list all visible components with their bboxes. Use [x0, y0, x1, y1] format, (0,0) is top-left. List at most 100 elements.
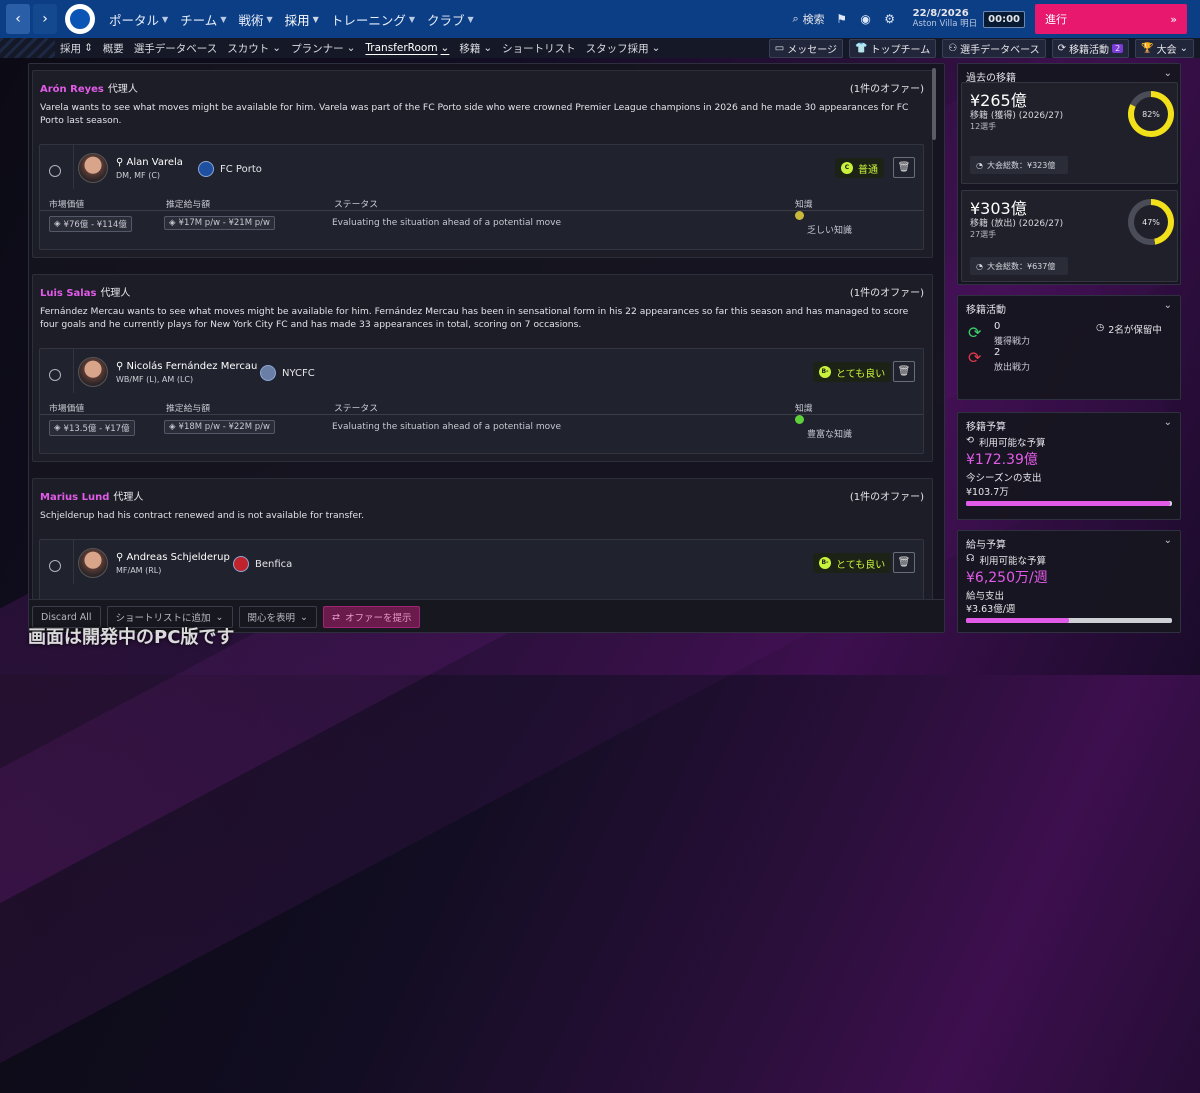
button-label: ショートリストに追加	[115, 613, 211, 624]
pending-indicator[interactable]: ◷ 2名が保留中	[1096, 322, 1162, 336]
header-wage: 推定給与額	[166, 404, 210, 414]
menu-item-recruitment[interactable]: 採用 ▼	[279, 10, 325, 29]
sub-tab-shortlist[interactable]: ショートリスト	[497, 41, 581, 56]
divider	[73, 540, 74, 584]
agent-name-link[interactable]: Marius Lund	[40, 492, 109, 503]
offer-icon: ⇄	[331, 611, 340, 623]
agent-offer-block: Luis Salas 代理人 (1件のオファー) Fernández Mercau…	[32, 274, 933, 462]
menu-item-tactics[interactable]: 戦術 ▼	[232, 10, 278, 29]
agent-role: 代理人	[113, 492, 144, 503]
club-crest-logo[interactable]	[65, 4, 95, 34]
tag-icon: ◈	[54, 219, 61, 229]
market-value-text: ¥76億 - ¥114億	[63, 220, 127, 230]
arrivals-icon: ⟳	[968, 323, 982, 342]
header-knowledge: 知識	[795, 404, 813, 414]
menu-item-club[interactable]: クラブ ▼	[421, 10, 480, 29]
messages-button[interactable]: ▭ メッセージ	[768, 38, 844, 58]
transfers-in-label: 移籍 (獲得) (2026/27)	[970, 111, 1064, 121]
player-name[interactable]: ⚲ Nicolás Fernández Mercau	[116, 361, 257, 372]
gear-icon[interactable]: ⚙	[883, 12, 897, 26]
menu-item-portal[interactable]: ポータル ▼	[103, 10, 174, 29]
notification-icon[interactable]: ◉	[859, 12, 873, 26]
section-selector[interactable]: 採用 ⇕	[55, 41, 98, 56]
bookmark-icon[interactable]: ⚑	[835, 12, 849, 26]
chevron-down-icon[interactable]: ⌄	[1164, 68, 1172, 79]
knowledge-text: 乏しい知識	[807, 226, 853, 236]
club-crest-icon	[260, 365, 276, 381]
select-radio[interactable]	[49, 165, 61, 177]
chevron-down-icon[interactable]: ⌄	[1164, 535, 1172, 546]
scrollbar-thumb[interactable]	[932, 68, 936, 140]
make-offer-button[interactable]: ⇄ オファーを提示	[322, 606, 421, 628]
agent-name-link[interactable]: Luis Salas	[40, 288, 96, 299]
forward-button[interactable]: ›	[33, 4, 57, 34]
rating-label: とても良い	[836, 559, 886, 571]
menu-item-team[interactable]: チーム ▼	[174, 10, 232, 29]
available-budget-label: ⟲ 利用可能な予算	[966, 435, 1045, 449]
pill-label: トップチーム	[870, 44, 931, 56]
sub-tab-transferroom[interactable]: TransferRoom ⌄	[360, 42, 454, 54]
transfer-activity-button[interactable]: ⟳ 移籍活動 2	[1051, 38, 1130, 58]
player-name[interactable]: ⚲ Alan Varela	[116, 157, 183, 168]
transfers-in-count: 12選手	[970, 122, 997, 131]
select-radio[interactable]	[49, 560, 61, 572]
chevron-down-icon[interactable]: ⌄	[1164, 300, 1172, 311]
refresh-icon: ⟲	[966, 435, 974, 446]
pill-label: メッセージ	[787, 44, 838, 56]
message-icon: ▭	[774, 42, 785, 54]
shirt-icon: 👕	[855, 42, 868, 54]
player-club[interactable]: Benfica	[233, 556, 292, 572]
competitions-button[interactable]: 🏆 大会 ⌄	[1135, 38, 1194, 58]
pending-label: 2名が保留中	[1108, 325, 1162, 336]
back-button[interactable]: ‹	[6, 4, 30, 34]
header-wage: 推定給与額	[166, 200, 210, 210]
player-club[interactable]: NYCFC	[260, 365, 315, 381]
sub-tab-transfers[interactable]: 移籍 ⌄	[454, 41, 497, 56]
first-team-button[interactable]: 👕 トップチーム	[849, 38, 937, 58]
discard-button[interactable]: 🗑	[893, 157, 915, 178]
sub-tab-staff-recruitment[interactable]: スタッフ採用 ⌄	[581, 41, 666, 56]
donut-percent: 47%	[1134, 205, 1168, 239]
discard-button[interactable]: 🗑	[893, 361, 915, 382]
agent-name-link[interactable]: Arón Reyes	[40, 84, 104, 95]
transfer-budget-panel: 移籍予算 ⌄ ⟲ 利用可能な予算 ¥172.39億 今シーズンの支出 ¥103.7…	[957, 412, 1181, 520]
express-interest-button[interactable]: 関心を表明 ⌄	[238, 606, 317, 628]
wage-tag: ◈ ¥18M p/w - ¥22M p/w	[164, 420, 275, 434]
menu-item-training[interactable]: トレーニング ▼	[325, 10, 421, 29]
day-label: 明日	[960, 19, 978, 29]
section-label: 採用	[60, 42, 81, 55]
date-display[interactable]: 22/8/2026 Aston Villa 明日	[913, 8, 978, 30]
discard-button[interactable]: 🗑	[893, 552, 915, 573]
agent-header: Luis Salas 代理人 (1件のオファー)	[33, 275, 932, 299]
total-label: 大会総数：¥637億	[986, 261, 1056, 271]
header-knowledge: 知識	[795, 200, 813, 210]
value-tag: ◈ ¥76億 - ¥114億	[49, 216, 132, 232]
watermark-caption: 画面は開発中のPC版です	[28, 627, 235, 648]
transfers-out-count: 27選手	[970, 230, 997, 239]
chevron-down-icon: ▼	[408, 14, 415, 24]
transfers-out-box: ¥303億 移籍 (放出) (2026/27) 27選手 47% ◔ 大会総数：¥…	[961, 190, 1178, 282]
chevron-down-icon: ▼	[312, 14, 319, 24]
player-name[interactable]: ⚲ Andreas Schjelderup	[116, 552, 230, 563]
player-club[interactable]: FC Porto	[198, 161, 262, 177]
player-avatar[interactable]	[78, 357, 108, 387]
clock-icon: ◷	[1096, 322, 1105, 333]
club-name: NYCFC	[282, 367, 315, 379]
past-transfers-panel: 過去の移籍 ⌄ ¥265億 移籍 (獲得) (2026/27) 12選手 82%…	[957, 63, 1181, 285]
sub-tab-player-database[interactable]: 選手データベース	[129, 41, 222, 56]
player-database-button[interactable]: ⚇ 選手データベース	[942, 38, 1046, 58]
header-status: ステータス	[334, 404, 378, 414]
player-avatar[interactable]	[78, 153, 108, 183]
header-status: ステータス	[334, 200, 378, 210]
chevron-down-icon[interactable]: ⌄	[1164, 417, 1172, 428]
sub-tab-scouting[interactable]: スカウト ⌄	[222, 41, 286, 56]
player-position: MF/AM (RL)	[116, 566, 162, 575]
proceed-button[interactable]: 進行 »	[1035, 4, 1187, 34]
sub-tab-planner[interactable]: プランナー ⌄	[286, 41, 360, 56]
transfers-out-label: 移籍 (放出) (2026/27)	[970, 219, 1064, 229]
select-radio[interactable]	[49, 369, 61, 381]
sub-tab-overview[interactable]: 概要	[98, 41, 129, 56]
agent-role: 代理人	[100, 288, 131, 299]
search-button[interactable]: ⌕ 検索	[792, 11, 824, 27]
player-avatar[interactable]	[78, 548, 108, 578]
